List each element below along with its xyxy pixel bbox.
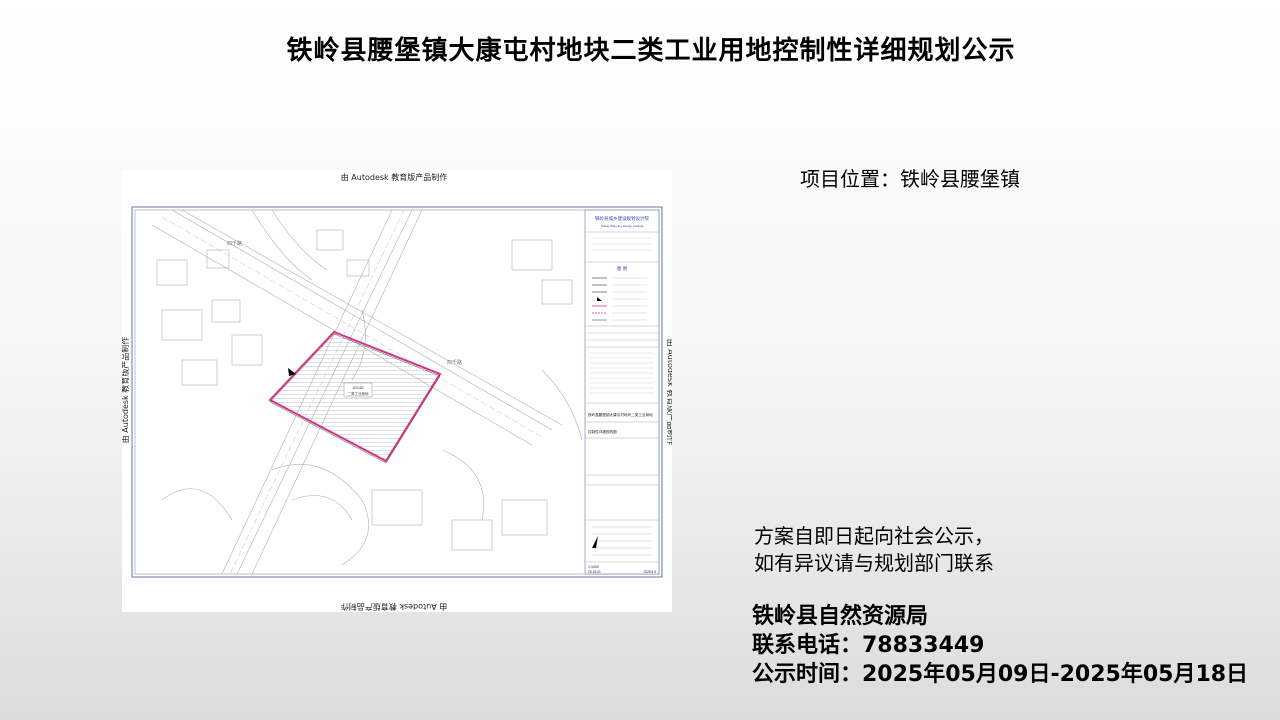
drawing-date: 2025.5.9 xyxy=(644,570,657,574)
watermark-left: 由 Autodesk 教育版产品制作 xyxy=(122,337,130,443)
project-name-block: 铁岭县腰堡镇大康屯村地块二类工业用地 xyxy=(588,412,653,417)
contact-phone: 联系电话：78833449 xyxy=(752,633,985,658)
project-location: 项目位置：铁岭县腰堡镇 xyxy=(800,167,1020,191)
bureau-name: 铁岭县自然资源局 xyxy=(752,604,929,629)
parcel-type: 二类工业用地 xyxy=(348,391,369,396)
scale-text: 1:1000 xyxy=(588,565,599,569)
notice-line-2: 如有异议请与规划部门联系 xyxy=(754,551,994,575)
watermark-right: 由 Autodesk 教育版产品制作 xyxy=(666,339,672,445)
watermark-bottom: 由 Autodesk 教育版产品制作 xyxy=(341,602,447,612)
parcel-code: 100182 xyxy=(352,386,364,390)
page-title: 铁岭县腰堡镇大康屯村地块二类工业用地控制性详细规划公示 xyxy=(286,36,1016,66)
watermark-top: 由 Autodesk 教育版产品制作 xyxy=(341,172,447,182)
notice-line-1: 方案自即日起向社会公示， xyxy=(754,524,994,548)
drawing-name: 控制性详细规划图 xyxy=(588,429,617,434)
title-block: 铁岭县城乡建设规划设计院 Tieling Planning Design Ins… xyxy=(584,209,660,575)
legend-title: 图 例 xyxy=(617,265,628,272)
planning-map: 由 Autodesk 教育版产品制作 由 Autodesk 教育版产品制作 由 … xyxy=(122,170,672,612)
contact-info: 铁岭县自然资源局 联系电话：78833449 公示时间：2025年05月09日-… xyxy=(752,602,1248,689)
public-notice: 方案自即日起向社会公示， 如有异议请与规划部门联系 xyxy=(754,523,994,577)
road-label-2: 四千路 xyxy=(447,359,462,366)
institute-name-en: Tieling Planning Design Institute xyxy=(601,224,644,228)
road-label: 四千路 xyxy=(227,240,242,247)
notice-period: 公示时间：2025年05月09日-2025年05月18日 xyxy=(752,662,1249,687)
sheet-number: 25-15-01 xyxy=(588,570,601,574)
institute-name: 铁岭县城乡建设规划设计院 xyxy=(595,215,649,222)
